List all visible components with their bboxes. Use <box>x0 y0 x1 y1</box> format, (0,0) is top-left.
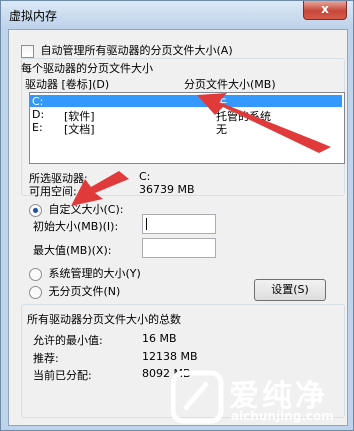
watermark-url: aichunjing.com <box>231 409 334 423</box>
watermark: 爱纯净 aichunjing.com <box>171 369 349 427</box>
annotation-arrows <box>71 93 331 206</box>
arrow-to-drive-c <box>197 93 331 153</box>
virtual-memory-dialog: 虚拟内存 x 自动管理所有驱动器的分页文件大小(A) 每个驱动器的分页文件大小 … <box>0 0 354 431</box>
arrow-to-custom-size <box>71 171 129 206</box>
